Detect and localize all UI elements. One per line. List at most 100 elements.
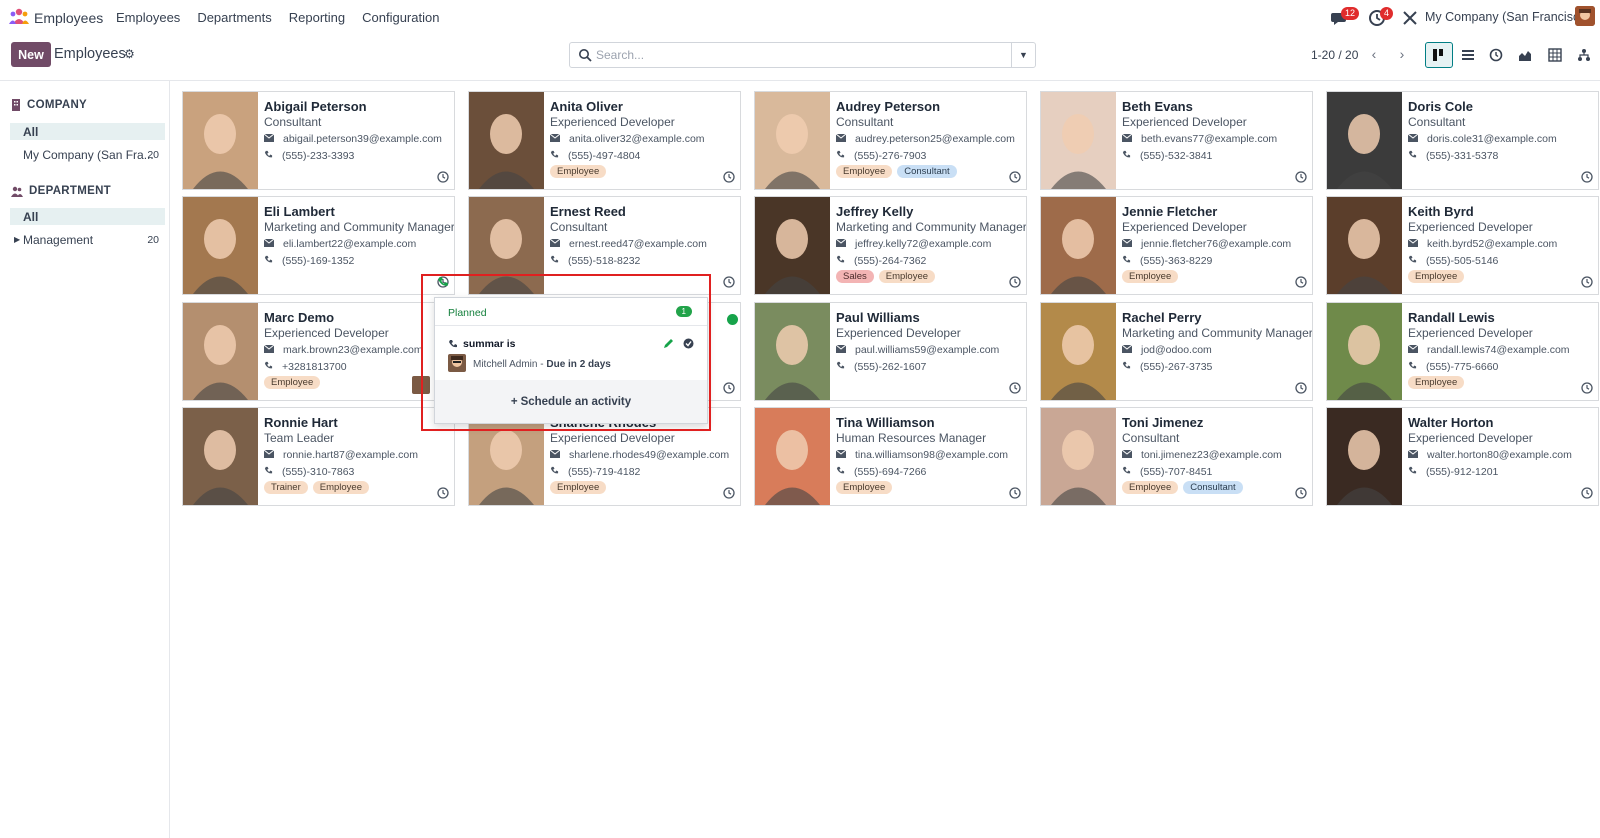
employee-card[interactable]: Tina Williamson Human Resources Manager ti… bbox=[754, 407, 1027, 506]
activity-clock-icon[interactable] bbox=[723, 276, 735, 288]
search-input[interactable] bbox=[596, 43, 996, 67]
pencil-icon[interactable] bbox=[663, 338, 674, 349]
pivot-view-button[interactable] bbox=[1541, 42, 1569, 68]
phone-icon bbox=[264, 361, 273, 373]
employee-card[interactable]: Jennie Fletcher Experienced Developer jenn… bbox=[1040, 196, 1313, 295]
phone-icon bbox=[264, 150, 273, 162]
app-name[interactable]: Employees bbox=[34, 10, 103, 26]
employee-photo bbox=[1041, 408, 1116, 505]
employee-tag: Employee bbox=[1122, 270, 1179, 283]
employee-job-title: Consultant bbox=[1408, 115, 1466, 129]
menu-reporting[interactable]: Reporting bbox=[289, 10, 345, 25]
activity-clock-icon[interactable] bbox=[1581, 276, 1593, 288]
header-divider bbox=[0, 80, 1600, 81]
activity-clock-icon[interactable] bbox=[437, 487, 449, 499]
employee-phone-text: (555)-310-7863 bbox=[282, 466, 355, 478]
employee-card[interactable]: Doris Cole Consultant doris.cole31@example… bbox=[1326, 91, 1599, 190]
employee-card[interactable]: Beth Evans Experienced Developer beth.evan… bbox=[1040, 91, 1313, 190]
employee-tag: Employee bbox=[264, 376, 321, 389]
pager-next-button[interactable]: › bbox=[1392, 44, 1412, 64]
employee-name: Jennie Fletcher bbox=[1122, 204, 1218, 219]
employee-card[interactable]: Audrey Peterson Consultant audrey.peterson… bbox=[754, 91, 1027, 190]
employee-card[interactable]: Walter Horton Experienced Developer walter… bbox=[1326, 407, 1599, 506]
activity-clock-icon[interactable] bbox=[1295, 487, 1307, 499]
activity-clock-icon[interactable] bbox=[723, 382, 735, 394]
employee-card[interactable]: Rachel Perry Marketing and Community Mana… bbox=[1040, 302, 1313, 401]
phone-icon bbox=[1408, 361, 1417, 373]
menu-departments[interactable]: Departments bbox=[197, 10, 271, 25]
employee-tags: Employee bbox=[1122, 270, 1179, 283]
new-button[interactable]: New bbox=[11, 42, 51, 67]
schedule-activity-button[interactable]: + Schedule an activity bbox=[435, 380, 707, 423]
employee-email: toni.jimenez23@example.com bbox=[1121, 449, 1282, 461]
employee-photo bbox=[755, 303, 830, 400]
menu-configuration[interactable]: Configuration bbox=[362, 10, 439, 25]
activity-clock-icon[interactable] bbox=[1581, 382, 1593, 394]
employee-card[interactable]: Eli Lambert Marketing and Community Manag… bbox=[182, 196, 455, 295]
employee-name: Paul Williams bbox=[836, 310, 920, 325]
employee-card[interactable]: Marc Demo Experienced Developer mark.brown… bbox=[182, 302, 455, 401]
hierarchy-view-button[interactable] bbox=[1570, 42, 1598, 68]
employee-email-text: jod@odoo.com bbox=[1141, 344, 1212, 356]
employee-photo bbox=[755, 197, 830, 294]
employee-phone-text: (555)-363-8229 bbox=[1140, 255, 1213, 267]
area-chart-icon bbox=[1519, 51, 1531, 61]
pager-previous-button[interactable]: ‹ bbox=[1364, 44, 1384, 64]
employee-email: paul.williams59@example.com bbox=[835, 344, 999, 356]
caret-right-icon[interactable]: ▶ bbox=[14, 235, 20, 244]
company-filter-all[interactable]: All bbox=[10, 123, 165, 140]
activity-clock-icon[interactable] bbox=[1009, 171, 1021, 183]
employee-card[interactable]: Randall Lewis Experienced Developer randal… bbox=[1326, 302, 1599, 401]
employee-card[interactable]: Toni Jimenez Consultant toni.jimenez23@exa… bbox=[1040, 407, 1313, 506]
employee-card[interactable]: Paul Williams Experienced Developer paul.w… bbox=[754, 302, 1027, 401]
employee-card[interactable]: Abigail Peterson Consultant abigail.peters… bbox=[182, 91, 455, 190]
company-filter-my-company[interactable]: My Company (San Fra... 20 bbox=[10, 146, 165, 163]
gear-icon[interactable]: ⚙ bbox=[124, 47, 135, 61]
graph-view-button[interactable] bbox=[1511, 42, 1539, 68]
employee-phone-text: (555)-775-6660 bbox=[1426, 361, 1499, 373]
department-filter-label: Management bbox=[23, 232, 94, 247]
employees-app-icon[interactable] bbox=[9, 8, 29, 24]
activity-clock-icon[interactable] bbox=[1295, 276, 1307, 288]
employee-card[interactable]: Jeffrey Kelly Marketing and Community Man… bbox=[754, 196, 1027, 295]
activity-clock-icon[interactable] bbox=[437, 171, 449, 183]
phone-activity-icon[interactable] bbox=[437, 276, 449, 288]
menu-employees[interactable]: Employees bbox=[116, 10, 180, 25]
employee-tag: Employee bbox=[312, 481, 369, 494]
employee-card[interactable]: Keith Byrd Experienced Developer keith.byr… bbox=[1326, 196, 1599, 295]
employee-email: walter.horton80@example.com bbox=[1407, 449, 1572, 461]
activity-clock-icon[interactable] bbox=[1009, 487, 1021, 499]
pager-value[interactable]: 1-20 / 20 bbox=[1311, 48, 1358, 62]
employee-card[interactable]: Ronnie Hart Team Leader ronnie.hart87@exam… bbox=[182, 407, 455, 506]
user-avatar[interactable] bbox=[1575, 6, 1595, 26]
employee-email-text: eli.lambert22@example.com bbox=[283, 238, 417, 250]
employee-name: Randall Lewis bbox=[1408, 310, 1495, 325]
company-switcher[interactable]: My Company (San Francisco) bbox=[1425, 10, 1590, 24]
activity-view-button[interactable] bbox=[1482, 42, 1510, 68]
activity-clock-icon[interactable] bbox=[1009, 382, 1021, 394]
activity-clock-icon[interactable] bbox=[1295, 171, 1307, 183]
employee-card[interactable]: Ernest Reed Consultant ernest.reed47@examp… bbox=[468, 196, 741, 295]
mark-done-icon[interactable] bbox=[683, 338, 694, 349]
employee-job-title: Experienced Developer bbox=[264, 326, 389, 340]
debug-tools-icon[interactable] bbox=[1401, 9, 1419, 27]
list-view-button[interactable] bbox=[1454, 42, 1482, 68]
envelope-icon bbox=[1407, 344, 1419, 356]
activity-clock-icon[interactable] bbox=[723, 487, 735, 499]
employee-job-title: Consultant bbox=[264, 115, 322, 129]
activity-clock-icon[interactable] bbox=[723, 171, 735, 183]
kanban-view-button[interactable] bbox=[1425, 42, 1453, 68]
department-filter-management[interactable]: ▶ Management 20 bbox=[10, 231, 165, 248]
department-filter-all[interactable]: All bbox=[10, 208, 165, 225]
employee-phone-text: (555)-719-4182 bbox=[568, 466, 641, 478]
search-options-toggle[interactable]: ▼ bbox=[1011, 43, 1035, 67]
employee-card[interactable]: Anita Oliver Experienced Developer anita.o… bbox=[468, 91, 741, 190]
employee-job-title: Experienced Developer bbox=[836, 326, 961, 340]
manager-avatar[interactable] bbox=[412, 376, 430, 394]
activity-clock-icon[interactable] bbox=[1581, 487, 1593, 499]
employee-email: tina.williamson98@example.com bbox=[835, 449, 1008, 461]
activity-clock-icon[interactable] bbox=[1009, 276, 1021, 288]
activity-clock-icon[interactable] bbox=[1295, 382, 1307, 394]
activity-clock-icon[interactable] bbox=[1581, 171, 1593, 183]
employee-photo bbox=[183, 408, 258, 505]
